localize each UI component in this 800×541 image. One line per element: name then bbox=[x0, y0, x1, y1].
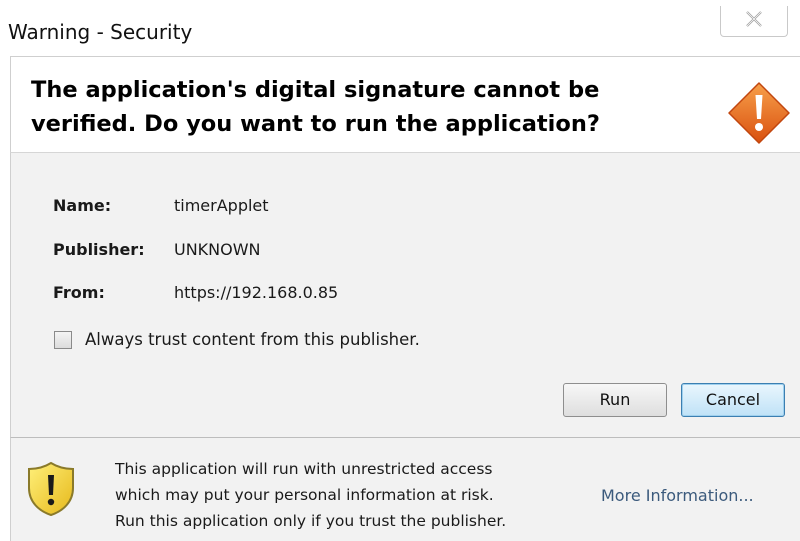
footer-warning-line-1: This application will run with unrestric… bbox=[115, 460, 493, 478]
run-button[interactable]: Run bbox=[563, 383, 667, 417]
dialog-footer: This application will run with unrestric… bbox=[10, 437, 800, 541]
header-message: The application's digital signature cann… bbox=[31, 77, 600, 137]
cancel-button[interactable]: Cancel bbox=[681, 383, 785, 417]
title-bar: Warning - Security bbox=[0, 0, 800, 54]
footer-warning-line-3: Run this application only if you trust t… bbox=[115, 512, 507, 530]
footer-warning-line-2: which may put your personal information … bbox=[115, 486, 494, 504]
always-trust-label[interactable]: Always trust content from this publisher… bbox=[85, 330, 420, 349]
name-value: timerApplet bbox=[174, 196, 269, 215]
shield-warning-icon bbox=[28, 461, 74, 517]
security-warning-dialog: Warning - Security The application's dig… bbox=[0, 0, 800, 541]
window-title: Warning - Security bbox=[8, 20, 193, 44]
dialog-header: The application's digital signature cann… bbox=[10, 56, 800, 153]
publisher-value: UNKNOWN bbox=[174, 240, 261, 259]
dialog-body: Name: timerApplet Publisher: UNKNOWN Fro… bbox=[10, 152, 800, 438]
more-information-link[interactable]: More Information... bbox=[601, 486, 754, 505]
from-label: From: bbox=[53, 283, 105, 302]
name-label: Name: bbox=[53, 196, 112, 215]
always-trust-checkbox[interactable] bbox=[54, 331, 72, 349]
warning-diamond-icon bbox=[728, 82, 790, 144]
close-button[interactable] bbox=[720, 6, 788, 37]
publisher-label: Publisher: bbox=[53, 240, 145, 259]
close-icon bbox=[746, 11, 762, 27]
from-value: https://192.168.0.85 bbox=[174, 283, 339, 302]
